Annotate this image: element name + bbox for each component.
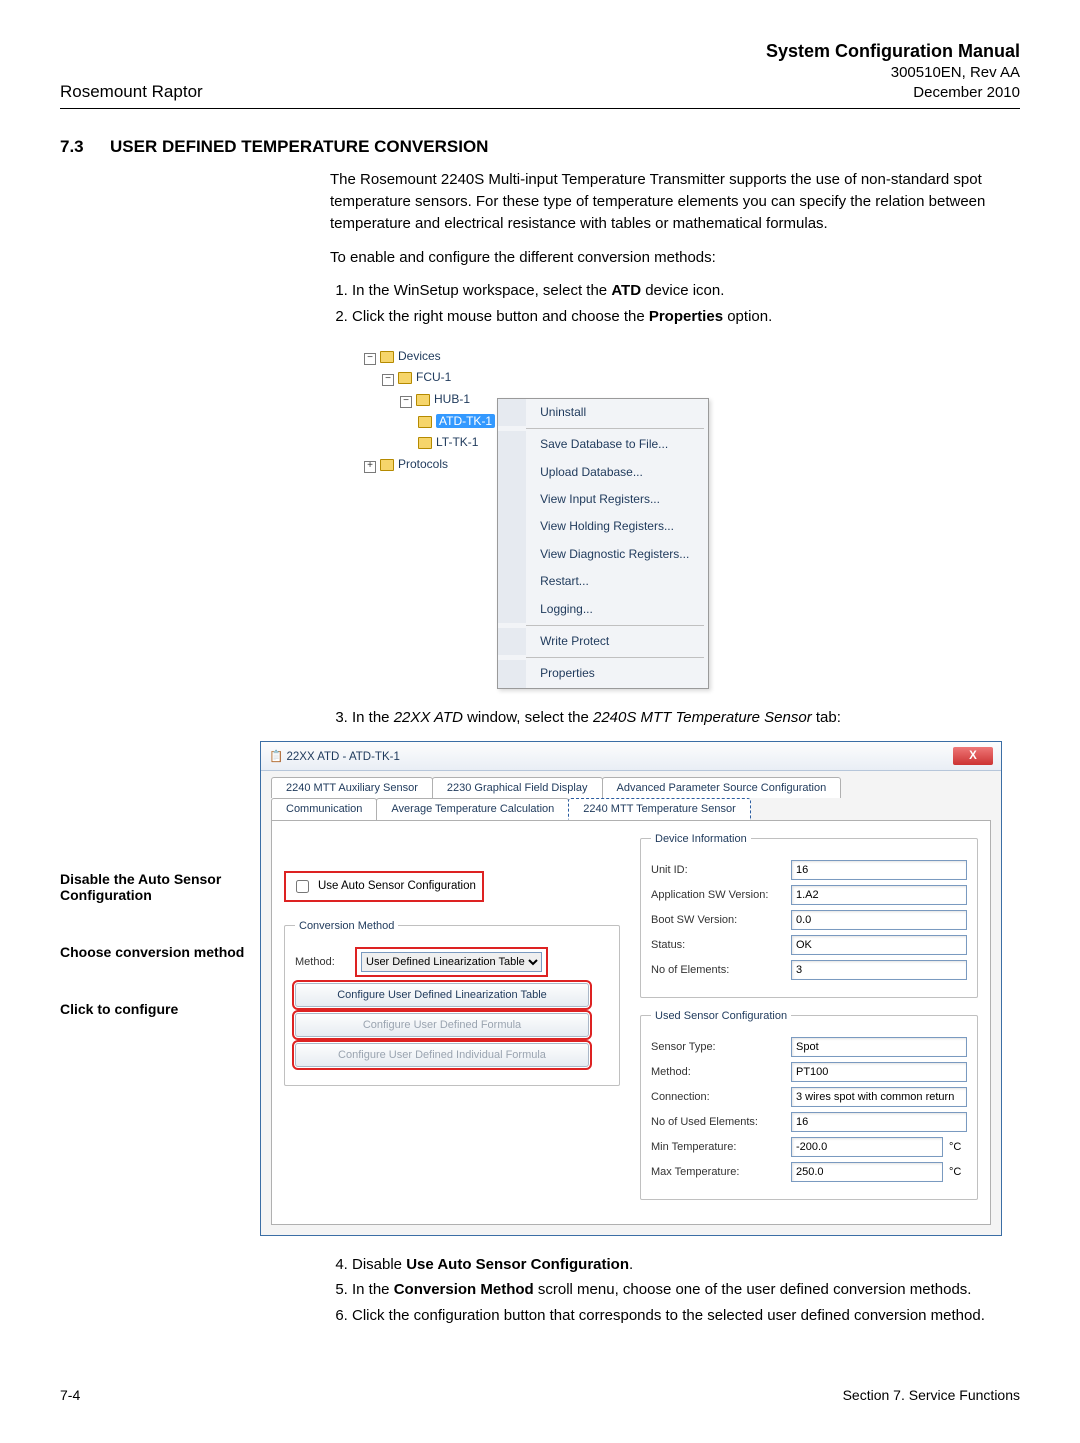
callout-disable-auto: Disable the Auto Sensor Configuration (60, 871, 260, 905)
boot-field (791, 910, 967, 930)
tree-atd-selected[interactable]: ATD-TK-1 (436, 414, 495, 428)
lt-icon (418, 437, 432, 449)
step-4: Disable Use Auto Sensor Configuration. (352, 1254, 1020, 1276)
atd-icon (418, 416, 432, 428)
tree-fcu[interactable]: FCU-1 (416, 370, 451, 384)
tree-screenshot: −Devices −FCU-1 −HUB-1 ATD-TK-1 LT-TK-1 … (360, 340, 1020, 689)
conversion-method-legend: Conversion Method (295, 920, 398, 932)
sensor-type-label: Sensor Type: (651, 1041, 791, 1053)
tab-avg-temp[interactable]: Average Temperature Calculation (376, 798, 569, 820)
device-info-legend: Device Information (651, 833, 751, 845)
menu-upload-db[interactable]: Upload Database... (498, 459, 708, 486)
boot-label: Boot SW Version: (651, 914, 791, 926)
section-number: 7.3 (60, 137, 110, 157)
tree-hub[interactable]: HUB-1 (434, 392, 470, 406)
auto-sensor-label: Use Auto Sensor Configuration (318, 880, 476, 892)
noused-label: No of Used Elements: (651, 1116, 791, 1128)
btn-config-formula[interactable]: Configure User Defined Formula (295, 1013, 589, 1037)
auto-sensor-checkbox-frame: Use Auto Sensor Configuration (284, 871, 484, 902)
menu-write-protect[interactable]: Write Protect (498, 628, 708, 655)
status-label: Status: (651, 939, 791, 951)
context-menu: Uninstall Save Database to File... Uploa… (497, 398, 709, 689)
sensor-method-field (791, 1062, 967, 1082)
section-title: USER DEFINED TEMPERATURE CONVERSION (110, 137, 488, 157)
tab-communication[interactable]: Communication (271, 798, 377, 820)
step-3: In the 22XX ATD window, select the 2240S… (352, 707, 1020, 729)
menu-view-diag[interactable]: View Diagnostic Registers... (498, 541, 708, 568)
intro-paragraph-1: The Rosemount 2240S Multi-input Temperat… (330, 169, 1020, 234)
connection-label: Connection: (651, 1091, 791, 1103)
appsw-field (791, 885, 967, 905)
tab-aux-sensor[interactable]: 2240 MTT Auxiliary Sensor (271, 777, 433, 798)
menu-view-holding[interactable]: View Holding Registers... (498, 513, 708, 540)
step-1: In the WinSetup workspace, select the AT… (352, 280, 1020, 302)
tab-field-display[interactable]: 2230 Graphical Field Display (432, 777, 603, 798)
folder-icon (380, 351, 394, 363)
step-2: Click the right mouse button and choose … (352, 306, 1020, 328)
menu-view-input[interactable]: View Input Registers... (498, 486, 708, 513)
unit-id-field (791, 860, 967, 880)
noel-field (791, 960, 967, 980)
menu-properties[interactable]: Properties (498, 660, 708, 687)
menu-restart[interactable]: Restart... (498, 568, 708, 595)
close-icon[interactable]: X (953, 747, 993, 765)
callout-click-configure: Click to configure (60, 1001, 260, 1018)
tab-mtt-temp-sensor[interactable]: 2240 MTT Temperature Sensor (568, 798, 750, 820)
doc-date: December 2010 (766, 83, 1020, 103)
menu-logging[interactable]: Logging... (498, 596, 708, 623)
callout-choose-method: Choose conversion method (60, 944, 260, 961)
step-6: Click the configuration button that corr… (352, 1305, 1020, 1327)
menu-save-db[interactable]: Save Database to File... (498, 431, 708, 458)
appsw-label: Application SW Version: (651, 889, 791, 901)
max-unit: °C (949, 1166, 967, 1178)
method-select-frame: User Defined Linearization Table (355, 947, 548, 977)
page-number: 7-4 (60, 1387, 80, 1403)
min-temp-label: Min Temperature: (651, 1141, 791, 1153)
unit-id-label: Unit ID: (651, 864, 791, 876)
step-5: In the Conversion Method scroll menu, ch… (352, 1279, 1020, 1301)
footer-section: Section 7. Service Functions (843, 1387, 1020, 1403)
folder-icon (380, 459, 394, 471)
product-name: Rosemount Raptor (60, 82, 203, 102)
hub-icon (416, 394, 430, 406)
manual-title: System Configuration Manual (766, 40, 1020, 63)
method-select[interactable]: User Defined Linearization Table (361, 952, 542, 972)
device-icon (398, 372, 412, 384)
min-temp-field (791, 1137, 943, 1157)
menu-uninstall[interactable]: Uninstall (498, 399, 708, 426)
max-temp-field (791, 1162, 943, 1182)
atd-dialog: 📋 22XX ATD - ATD-TK-1 X 2240 MTT Auxilia… (260, 741, 1002, 1236)
connection-field (791, 1087, 967, 1107)
sensor-type-field (791, 1037, 967, 1057)
min-unit: °C (949, 1141, 967, 1153)
intro-paragraph-2: To enable and configure the different co… (330, 247, 1020, 269)
auto-sensor-checkbox[interactable] (296, 880, 309, 893)
btn-config-linearization[interactable]: Configure User Defined Linearization Tab… (295, 983, 589, 1007)
tab-adv-param[interactable]: Advanced Parameter Source Configuration (602, 777, 842, 798)
tree-lt[interactable]: LT-TK-1 (436, 435, 478, 449)
tree-protocols[interactable]: Protocols (398, 457, 448, 471)
noused-field (791, 1112, 967, 1132)
max-temp-label: Max Temperature: (651, 1166, 791, 1178)
used-sensor-legend: Used Sensor Configuration (651, 1010, 791, 1022)
dialog-title: 📋 22XX ATD - ATD-TK-1 (269, 749, 400, 763)
method-label: Method: (295, 956, 355, 968)
tree-devices[interactable]: Devices (398, 349, 441, 363)
doc-number: 300510EN, Rev AA (766, 63, 1020, 83)
status-field (791, 935, 967, 955)
header-rule (60, 108, 1020, 109)
btn-config-individual[interactable]: Configure User Defined Individual Formul… (295, 1043, 589, 1067)
sensor-method-label: Method: (651, 1066, 791, 1078)
noel-label: No of Elements: (651, 964, 791, 976)
